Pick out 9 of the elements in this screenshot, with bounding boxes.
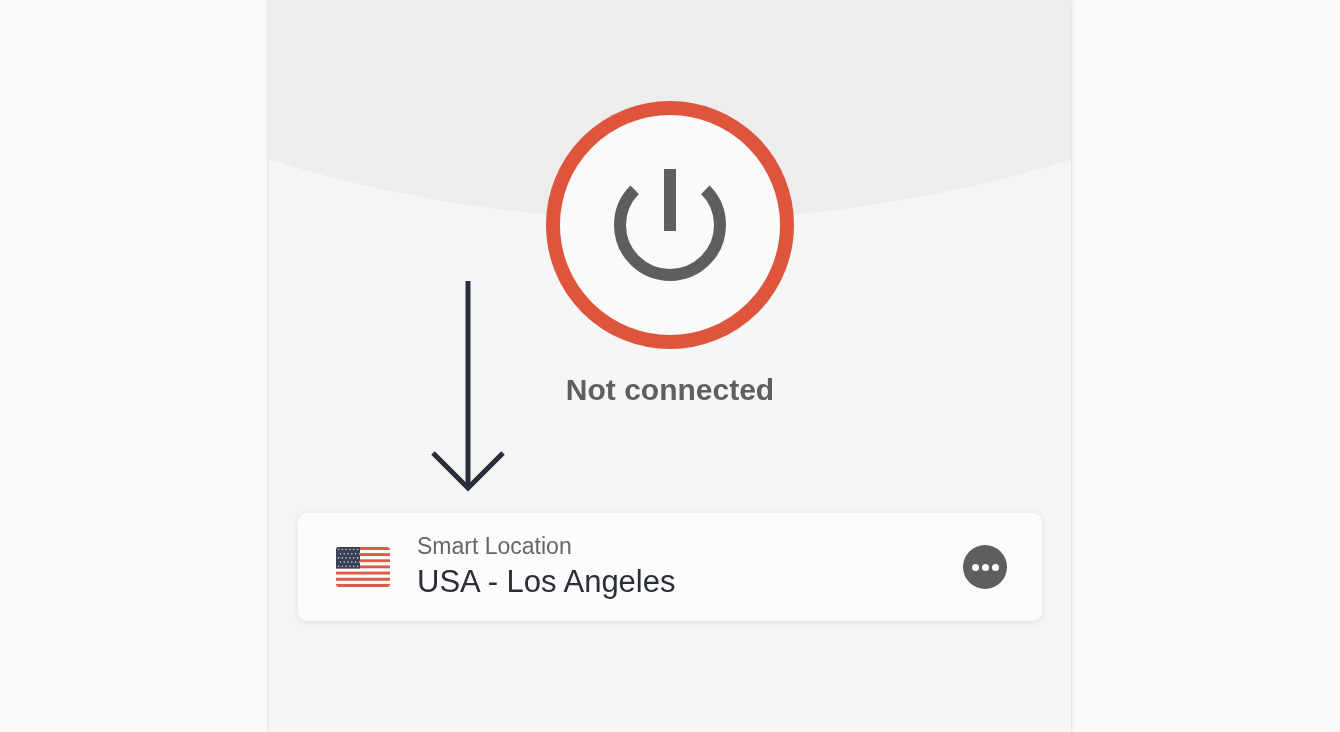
ellipsis-icon xyxy=(971,563,999,571)
more-button[interactable] xyxy=(963,545,1007,589)
us-flag-icon xyxy=(336,547,390,587)
down-arrow-icon xyxy=(431,280,505,492)
connection-status: Not connected xyxy=(565,372,775,408)
location-label: Smart Location xyxy=(417,532,572,560)
power-icon xyxy=(614,169,726,281)
location-card[interactable]: Smart Location USA - Los Angeles xyxy=(298,513,1042,621)
location-name: USA - Los Angeles xyxy=(417,563,676,601)
